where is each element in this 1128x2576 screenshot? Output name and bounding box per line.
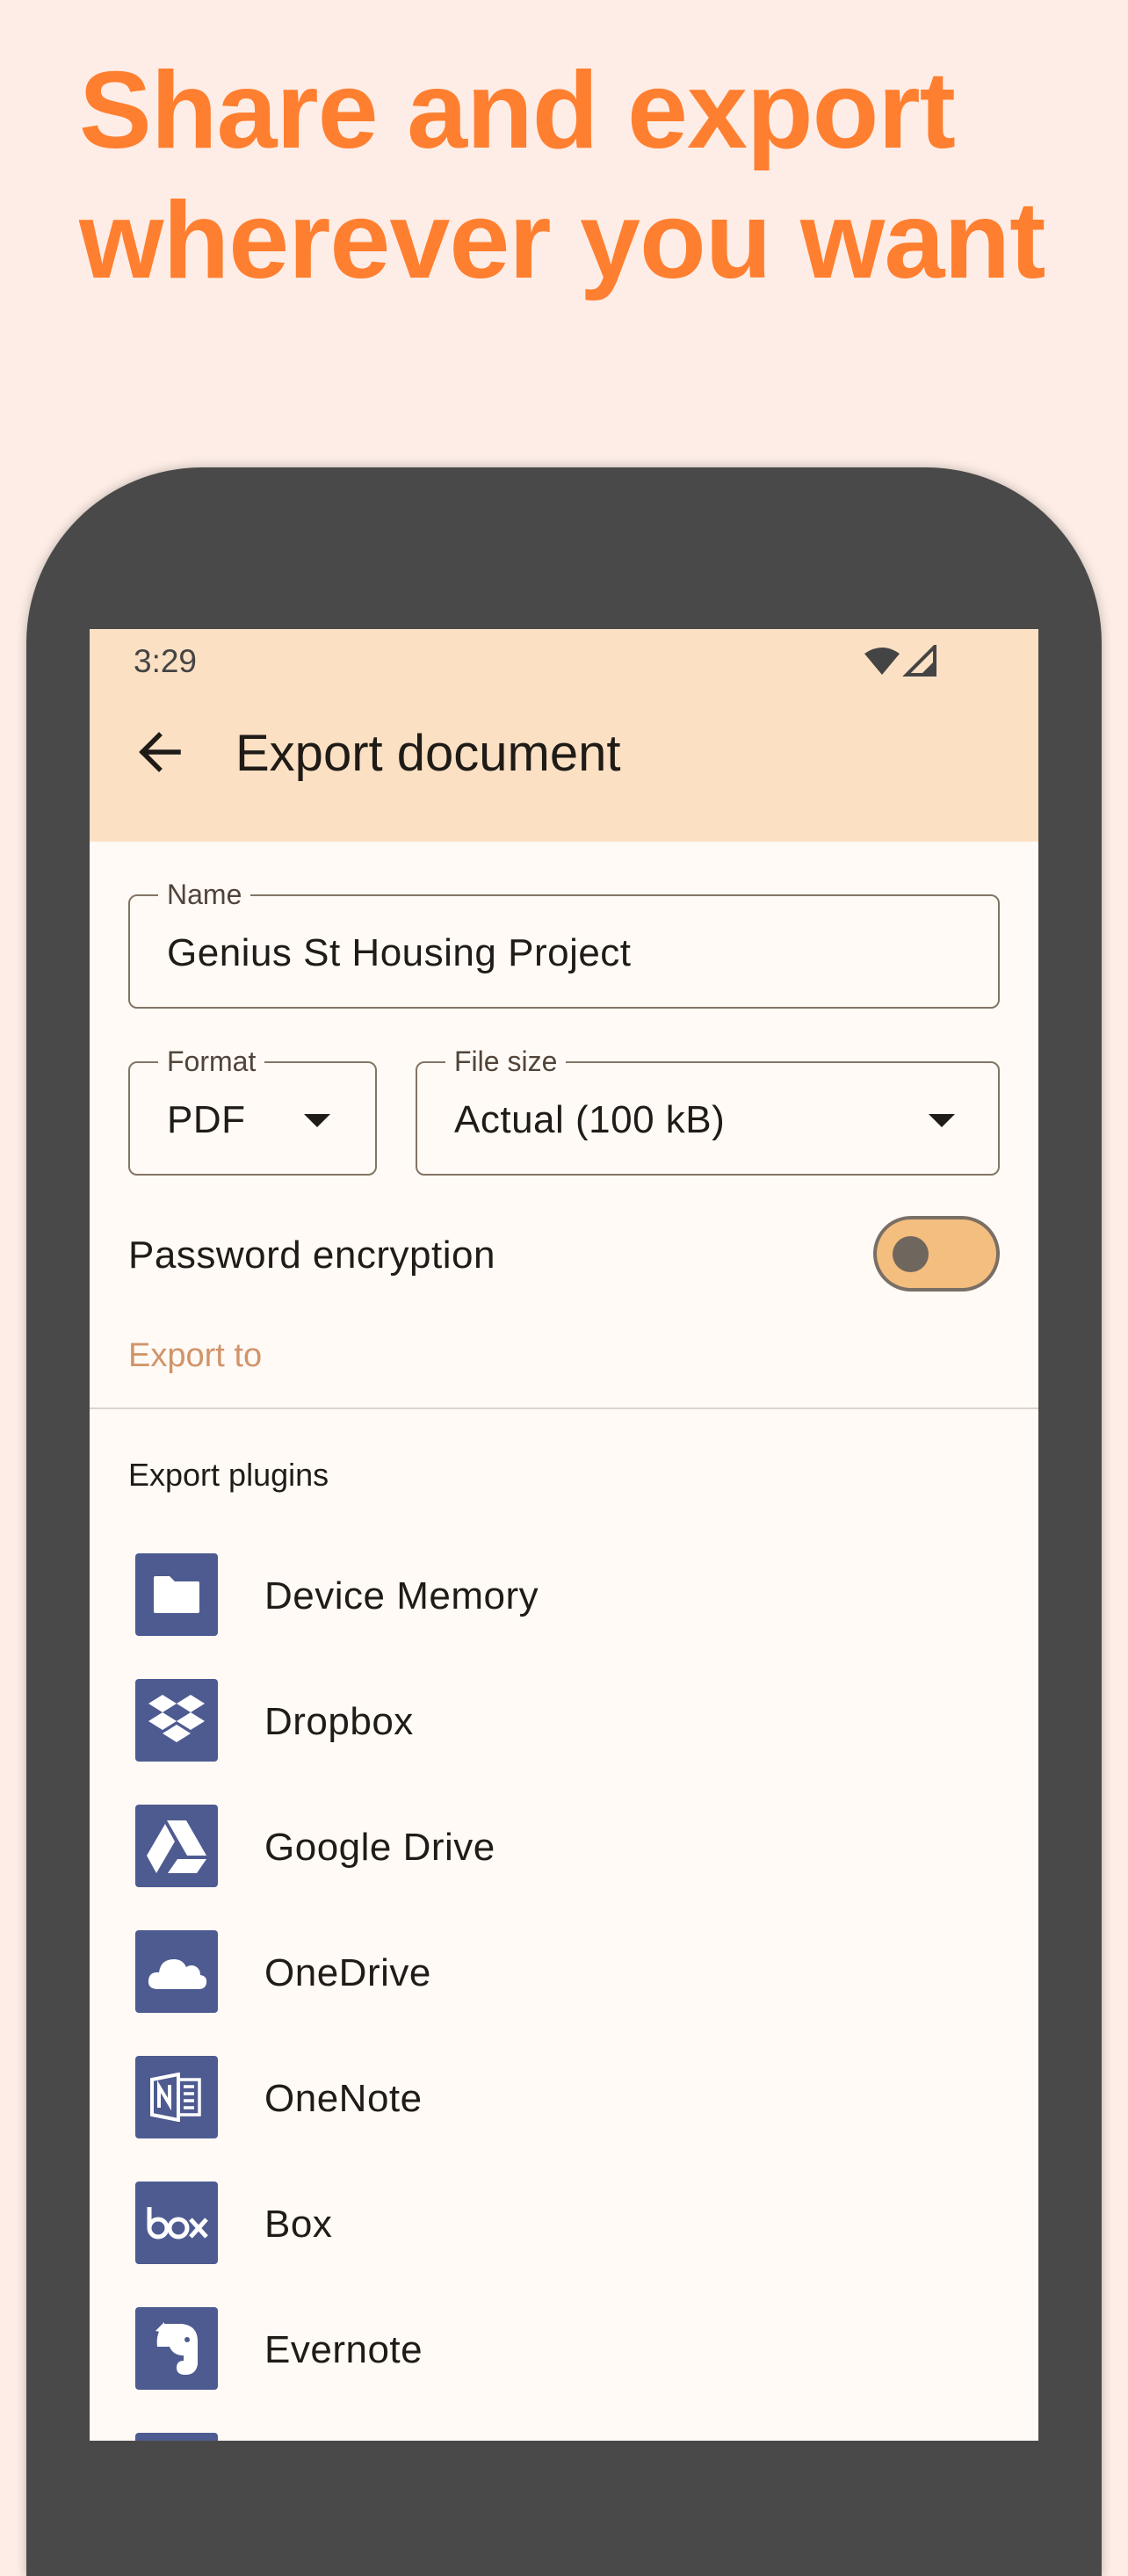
export-to-label: Export to — [128, 1337, 263, 1374]
export-plugins-header: Export plugins — [128, 1457, 329, 1493]
plugin-item-evernote[interactable]: Evernote — [90, 2307, 1038, 2433]
plugin-label: OneDrive — [264, 1951, 431, 1994]
folder-icon — [135, 1553, 218, 1636]
plugin-label: Google Drive — [264, 1826, 495, 1869]
plugin-item-dropbox[interactable]: Dropbox — [90, 1679, 1038, 1805]
password-encryption-toggle[interactable] — [873, 1216, 1000, 1292]
plugin-item-onedrive[interactable]: OneDrive — [90, 1930, 1038, 2056]
onenote-icon — [135, 2056, 218, 2138]
name-field-label: Name — [158, 877, 251, 912]
plugin-item-device-memory[interactable]: Device Memory — [90, 1553, 1038, 1679]
evernote-icon — [135, 2307, 218, 2390]
format-dropdown[interactable]: Format PDF — [128, 1044, 377, 1176]
plugin-label: Evernote — [264, 2328, 423, 2371]
dropbox-icon — [135, 1679, 218, 1762]
back-button[interactable] — [125, 717, 195, 787]
format-dropdown-label: Format — [158, 1044, 265, 1079]
divider — [90, 1407, 1038, 1409]
plugin-item-google-drive[interactable]: Google Drive — [90, 1805, 1038, 1930]
name-field-value: Genius St Housing Project — [167, 931, 632, 974]
format-dropdown-value: PDF — [167, 1098, 246, 1141]
file-size-dropdown-value: Actual (100 kB) — [454, 1098, 726, 1141]
plugin-item-onenote[interactable]: OneNote — [90, 2056, 1038, 2182]
plugin-label: Device Memory — [264, 1574, 539, 1617]
google-drive-icon — [135, 1805, 218, 1887]
app-bar: 3:29 Export document — [90, 629, 1038, 842]
toggle-knob — [893, 1236, 929, 1272]
onedrive-icon — [135, 1930, 218, 2013]
page-title: Export document — [235, 725, 621, 782]
dropdown-arrow-icon — [304, 1114, 330, 1127]
plugin-list: Device Memory Dropbox Google Drive OneDr… — [90, 1553, 1038, 2441]
box-icon — [135, 2182, 218, 2264]
plugin-item-partial — [90, 2433, 1038, 2441]
status-time: 3:29 — [134, 643, 198, 679]
file-size-dropdown[interactable]: File size Actual (100 kB) — [416, 1044, 1000, 1176]
arrow-back-icon — [139, 732, 181, 772]
plugin-label: Box — [264, 2203, 333, 2246]
phone-screen: 3:29 Export document Name Genius St Hous… — [90, 629, 1038, 2441]
name-field[interactable]: Name Genius St Housing Project — [128, 877, 1000, 1009]
wifi-icon — [864, 648, 900, 675]
plugin-item-box[interactable]: Box — [90, 2182, 1038, 2307]
plugin-label: OneNote — [264, 2077, 423, 2120]
dropdown-arrow-icon — [929, 1114, 955, 1127]
plugin-label: Dropbox — [264, 1700, 414, 1743]
password-encryption-label: Password encryption — [128, 1234, 495, 1277]
plugin-icon-partial — [135, 2433, 218, 2441]
signal-icon — [902, 645, 936, 677]
status-icons — [864, 645, 936, 677]
file-size-dropdown-label: File size — [445, 1044, 567, 1079]
promo-headline: Share and export wherever you want — [79, 50, 1045, 301]
